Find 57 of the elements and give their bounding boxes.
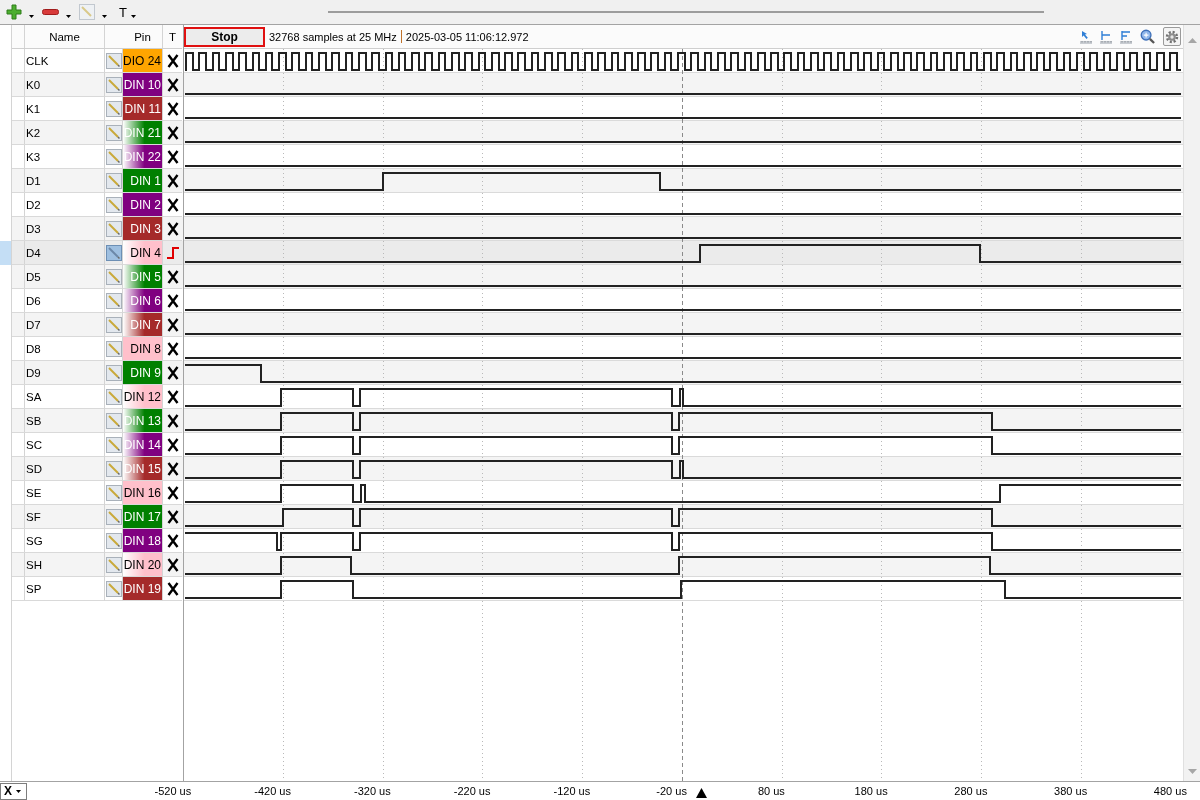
signal-name: D2 [26, 198, 41, 211]
signal-name: SF [26, 510, 41, 523]
axis-label: 480 us [1153, 785, 1187, 797]
signal-name: CLK [26, 54, 49, 67]
signal-name: D6 [26, 294, 41, 307]
signal-name: D5 [26, 270, 41, 283]
signal-name: SE [26, 486, 42, 499]
pin-label: DIN 12 [123, 385, 162, 408]
pin-label: DIN 10 [123, 73, 162, 96]
axis-label: 80 us [757, 785, 785, 797]
pin-label: DIN 6 [123, 289, 162, 312]
axis-label: -220 us [453, 785, 491, 797]
column-header: Pin [134, 30, 151, 43]
capture-info: 32768 samples at 25 MHz [269, 30, 397, 43]
pin-label: DIN 11 [123, 97, 162, 120]
pin-label: DIN 2 [123, 193, 162, 216]
column-header: T [169, 30, 176, 43]
pin-label: DIN 20 [123, 553, 162, 576]
signal-name: K2 [26, 126, 41, 139]
signal-name: D9 [26, 366, 41, 379]
axis-label: -320 us [354, 785, 391, 797]
pin-label: DIO 24 [123, 49, 162, 72]
capture-timestamp: 2025-03-05 11:06:12.972 [405, 30, 529, 43]
signal-name: K0 [26, 78, 41, 91]
signal-name: SB [26, 414, 42, 427]
pin-label: DIN 5 [123, 265, 162, 288]
axis-label: 280 us [954, 785, 988, 797]
column-header: Name [49, 30, 80, 43]
pin-label: DIN 18 [123, 529, 162, 552]
signal-name: SG [26, 534, 43, 547]
signal-name: SC [26, 438, 42, 451]
pin-label: DIN 17 [123, 505, 162, 528]
axis-label: -420 us [254, 785, 291, 797]
signal-name: K1 [26, 102, 41, 115]
signal-name: D8 [26, 342, 41, 355]
signal-name: SP [26, 582, 42, 595]
signal-name: D7 [26, 318, 41, 331]
pin-label: DIN 4 [123, 241, 162, 264]
pin-label: DIN 7 [123, 313, 162, 336]
signal-name: D1 [26, 174, 41, 187]
signal-name: D3 [26, 222, 41, 235]
pin-label: DIN 19 [123, 577, 162, 600]
axis-label: -120 us [553, 785, 591, 797]
axis-label: 180 us [854, 785, 888, 797]
signal-name: K3 [26, 150, 41, 163]
pin-label: DIN 9 [123, 361, 162, 384]
signal-name: SH [26, 558, 42, 571]
pin-label: DIN 1 [123, 169, 162, 192]
pin-label: DIN 16 [123, 481, 162, 504]
axis-label: -20 us [656, 785, 687, 797]
signal-name: SA [26, 390, 42, 403]
signal-name: SD [26, 462, 42, 475]
signal-name: D4 [26, 246, 41, 259]
pin-label: DIN 3 [123, 217, 162, 240]
pin-label: DIN 8 [123, 337, 162, 360]
axis-label: -520 us [154, 785, 192, 797]
axis-label: 380 us [1054, 785, 1088, 797]
